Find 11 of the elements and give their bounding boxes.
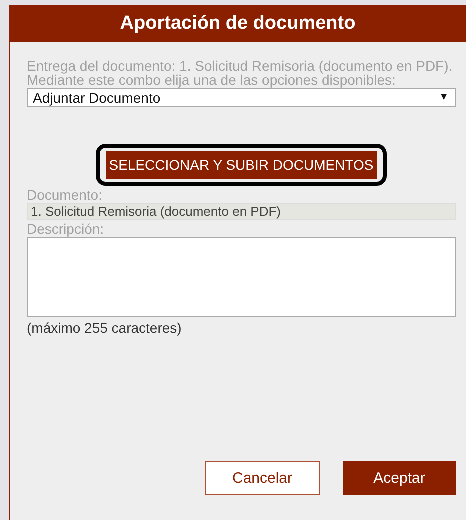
max-length-note: (máximo 255 caracteres) [27,320,183,336]
intro-text: Entrega del documento: 1. Solicitud Remisoria (documento en PDF). Mediante este combo elija una de las opciones disponibles: [27,59,454,87]
document-label: Documento: [27,187,104,203]
option-dropdown[interactable]: Adjuntar Documento ▼ [27,88,456,107]
description-label: Descripción: [27,221,106,237]
dialog-title: Aportación de documento [120,12,356,34]
cancel-button[interactable]: Cancelar [205,461,320,495]
document-field: 1. Solicitud Remisoria (documento en PDF) [27,203,456,220]
upload-button[interactable]: SELECCIONAR Y SUBIR DOCUMENTOS [106,151,377,179]
accept-button[interactable]: Aceptar [343,461,456,495]
description-field[interactable] [27,237,456,317]
